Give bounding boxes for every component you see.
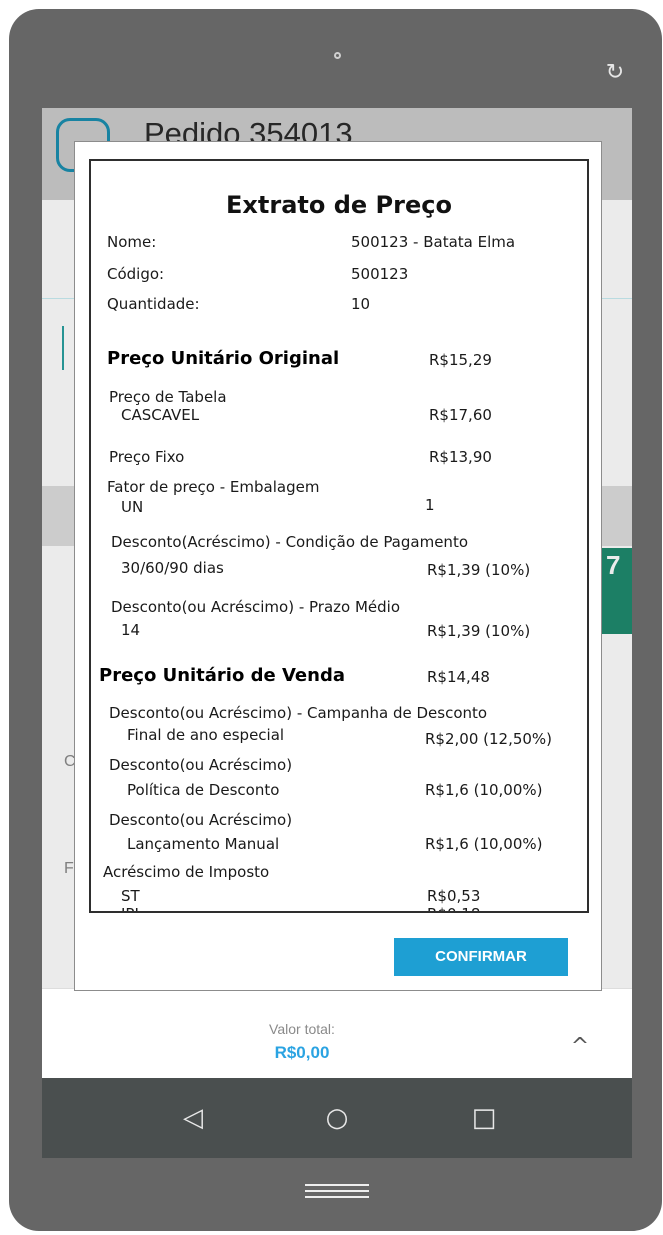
rotate-icon[interactable]: ↻ <box>602 62 628 84</box>
item-label: Desconto(ou Acréscimo) <box>109 756 293 774</box>
confirm-button[interactable]: CONFIRMAR <box>394 938 568 976</box>
item-value: R$1,39 (10%) <box>427 561 531 579</box>
info-value: 500123 - Batata Elma <box>351 233 516 251</box>
info-value: 10 <box>351 295 371 313</box>
menu-lines-icon[interactable] <box>305 1184 369 1202</box>
item-value: R$13,90 <box>429 448 492 466</box>
item-sub: Lançamento Manual <box>127 835 280 853</box>
section-heading: Preço Unitário Original <box>107 348 340 369</box>
item-label: Desconto(ou Acréscimo) - Campanha de Des… <box>109 704 488 722</box>
section-heading: Preço Unitário de Venda <box>99 665 345 686</box>
chevron-up-icon[interactable]: ^ <box>566 1035 594 1059</box>
item-value: R$0,18 <box>427 905 480 911</box>
item-label: Fator de preço - Embalagem <box>107 478 320 496</box>
item-value: 1 <box>425 496 435 514</box>
item-sub: Final de ano especial <box>127 726 285 744</box>
item-sub: UN <box>121 498 144 516</box>
item-value: R$0,53 <box>427 887 481 905</box>
item-value: R$1,6 (10,00%) <box>425 835 543 853</box>
total-value: R$0,00 <box>274 1043 330 1062</box>
item-label: Preço Fixo <box>109 448 185 466</box>
item-sub: 30/60/90 dias <box>121 559 224 577</box>
item-value: R$1,39 (10%) <box>427 622 531 640</box>
section-value: R$15,29 <box>429 351 492 369</box>
item-label: Desconto(ou Acréscimo) <box>109 811 293 829</box>
item-label: Desconto(Acréscimo) - Condição de Pagame… <box>111 533 468 551</box>
recent-apps-icon[interactable]: □ <box>462 1096 506 1140</box>
camera-dot <box>334 52 341 59</box>
home-icon[interactable]: ○ <box>315 1096 359 1140</box>
section-value: R$14,48 <box>427 668 490 686</box>
item-sub: ST <box>121 887 140 905</box>
info-value: 500123 <box>351 265 409 283</box>
item-label: Acréscimo de Imposto <box>103 863 270 881</box>
item-sub: Política de Desconto <box>127 781 280 799</box>
android-nav-bar: ◁ ○ □ <box>42 1078 632 1158</box>
total-label: Valor total: <box>269 1021 335 1037</box>
dialog-title: Extrato de Preço <box>226 191 452 219</box>
price-statement-scroll[interactable]: Extrato de Preço Nome: 500123 - Batata E… <box>89 159 589 913</box>
info-label: Código: <box>107 265 165 283</box>
item-sub: 14 <box>121 621 141 639</box>
info-label: Nome: <box>107 233 157 251</box>
back-icon[interactable]: ◁ <box>171 1096 215 1140</box>
item-value: R$17,60 <box>429 406 492 424</box>
price-statement-dialog: Extrato de Preço Nome: 500123 - Batata E… <box>74 141 602 991</box>
item-label: Preço de Tabela <box>109 388 227 406</box>
item-sub: CASCAVEL <box>121 406 200 424</box>
item-value: R$1,6 (10,00%) <box>425 781 543 799</box>
info-label: Quantidade: <box>107 295 200 313</box>
footer-total: Valor total: R$0,00 ^ <box>42 988 632 1079</box>
item-label: Desconto(ou Acréscimo) - Prazo Médio <box>111 598 401 616</box>
item-sub: IPI <box>121 905 139 911</box>
item-value: R$2,00 (12,50%) <box>425 730 553 748</box>
